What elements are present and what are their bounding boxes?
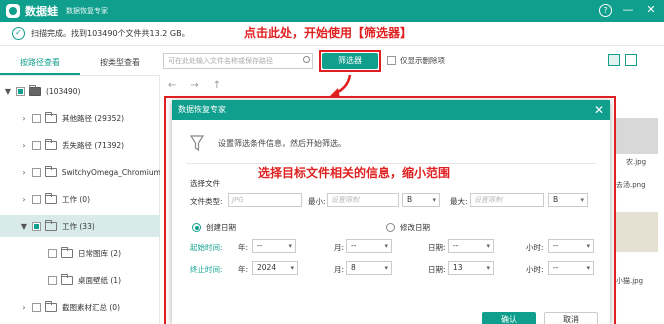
folder-icon: [45, 138, 57, 150]
title-bar: 数据蛙 数据恢复专家 ? — ✕: [0, 0, 664, 22]
deleted-only-option[interactable]: 仅显示删除项: [387, 55, 445, 66]
chevron-right-icon[interactable]: ›: [20, 303, 28, 312]
tree-row[interactable]: › 工作 (0): [0, 188, 160, 210]
app-logo-icon: [6, 4, 20, 18]
annotation-dialog-highlight: [164, 96, 616, 324]
tree-label: SwitchyOmega_Chromium: [61, 167, 160, 177]
deleted-only-checkbox[interactable]: [387, 56, 396, 65]
tree-row[interactable]: ▼ 工作 (33): [0, 215, 160, 237]
tree-label: 工作 (33): [62, 221, 95, 231]
list-view-icon[interactable]: [608, 54, 620, 66]
grid-view-icon[interactable]: [625, 54, 637, 66]
tab-by-path[interactable]: 按路径查看: [0, 50, 80, 75]
folder-icon: [44, 165, 57, 177]
deleted-only-label: 仅显示删除项: [400, 56, 445, 65]
help-button[interactable]: ?: [599, 4, 612, 17]
folder-icon: [61, 273, 73, 285]
app-name: 数据蛙: [25, 5, 58, 18]
annotation-filter-highlight: [319, 50, 381, 72]
folder-icon: [45, 300, 57, 312]
navigation-arrows: ← → ↑: [168, 80, 221, 91]
file-thumbnail[interactable]: [614, 212, 658, 252]
annotation-arrow-icon: [330, 74, 352, 98]
up-arrow-icon[interactable]: ↑: [213, 80, 221, 91]
view-tabs: 按路径查看 按类型查看: [0, 50, 160, 76]
tree-label: 其他路径 (29352): [62, 113, 125, 123]
tree-label: 工作 (0): [62, 194, 91, 204]
tree-checkbox[interactable]: [48, 248, 57, 258]
file-caption: 小猫.jpg: [616, 277, 644, 285]
tree-label: 日常图库 (2): [78, 248, 122, 258]
folder-tree-panel: ▼ (103490) › 其他路径 (29352) › 丢失路径 (71392) › Swit…: [0, 76, 160, 324]
view-mode-switch: [608, 54, 637, 66]
folder-icon: [45, 219, 57, 231]
annotation-top-text: 点击此处，开始使用【筛选器】: [244, 26, 413, 40]
tree-row[interactable]: ▼ (103490): [0, 80, 160, 102]
tree-checkbox[interactable]: [32, 221, 41, 231]
scan-status-text: 扫描完成。找到103490个文件共13.2 GB。: [31, 29, 190, 38]
folder-icon: [45, 192, 57, 204]
tree-label: 丢失路径 (71392): [62, 140, 125, 150]
search-icon[interactable]: [303, 56, 310, 63]
minimize-button[interactable]: —: [621, 3, 635, 17]
file-caption: 农.jpg: [626, 158, 647, 166]
tree-label: 截图素材汇总 (0): [62, 302, 121, 312]
chevron-right-icon[interactable]: ›: [20, 195, 28, 204]
search-input[interactable]: 可在此处输入文件名称或保存路径: [163, 53, 313, 69]
check-circle-icon: ✓: [12, 27, 25, 40]
chevron-down-icon[interactable]: ▼: [4, 87, 12, 96]
tree-checkbox[interactable]: [31, 167, 41, 177]
annotation-middle-text: 选择目标文件相关的信息，缩小范围: [258, 166, 451, 180]
close-window-button[interactable]: ✕: [644, 3, 658, 17]
drive-icon: [29, 84, 41, 96]
tree-checkbox[interactable]: [32, 194, 41, 204]
tree-checkbox[interactable]: [32, 302, 41, 312]
back-arrow-icon[interactable]: ←: [168, 80, 176, 91]
folder-icon: [45, 111, 57, 123]
file-caption: 去汤.png: [616, 181, 646, 189]
tree-label: 桌面壁纸 (1): [78, 275, 122, 285]
tree-checkbox[interactable]: [48, 275, 57, 285]
tree-checkbox[interactable]: [32, 113, 41, 123]
folder-icon: [61, 246, 73, 258]
app-subtitle: 数据恢复专家: [66, 7, 108, 15]
tree-label: (103490): [46, 86, 81, 96]
tree-row[interactable]: › 丢失路径 (71392): [0, 134, 160, 156]
tree-row[interactable]: 日常图库 (2): [0, 242, 160, 264]
file-thumbnail[interactable]: [614, 118, 658, 154]
chevron-right-icon[interactable]: ›: [20, 168, 28, 177]
tree-checkbox[interactable]: [32, 140, 41, 150]
tree-row[interactable]: › 其他路径 (29352): [0, 107, 160, 129]
tree-row[interactable]: 桌面壁纸 (1): [0, 269, 160, 291]
tree-row[interactable]: › 截图素材汇总 (0): [0, 296, 160, 318]
tree-row[interactable]: › SwitchyOmega_Chromium: [0, 161, 160, 183]
forward-arrow-icon[interactable]: →: [190, 80, 198, 91]
search-placeholder: 可在此处输入文件名称或保存路径: [168, 57, 273, 65]
tree-checkbox[interactable]: [16, 86, 25, 96]
chevron-down-icon[interactable]: ▼: [20, 222, 28, 231]
tab-by-type[interactable]: 按类型查看: [80, 50, 160, 75]
chevron-right-icon[interactable]: ›: [20, 114, 28, 123]
chevron-right-icon[interactable]: ›: [20, 141, 28, 150]
window-controls: ? — ✕: [599, 3, 658, 17]
